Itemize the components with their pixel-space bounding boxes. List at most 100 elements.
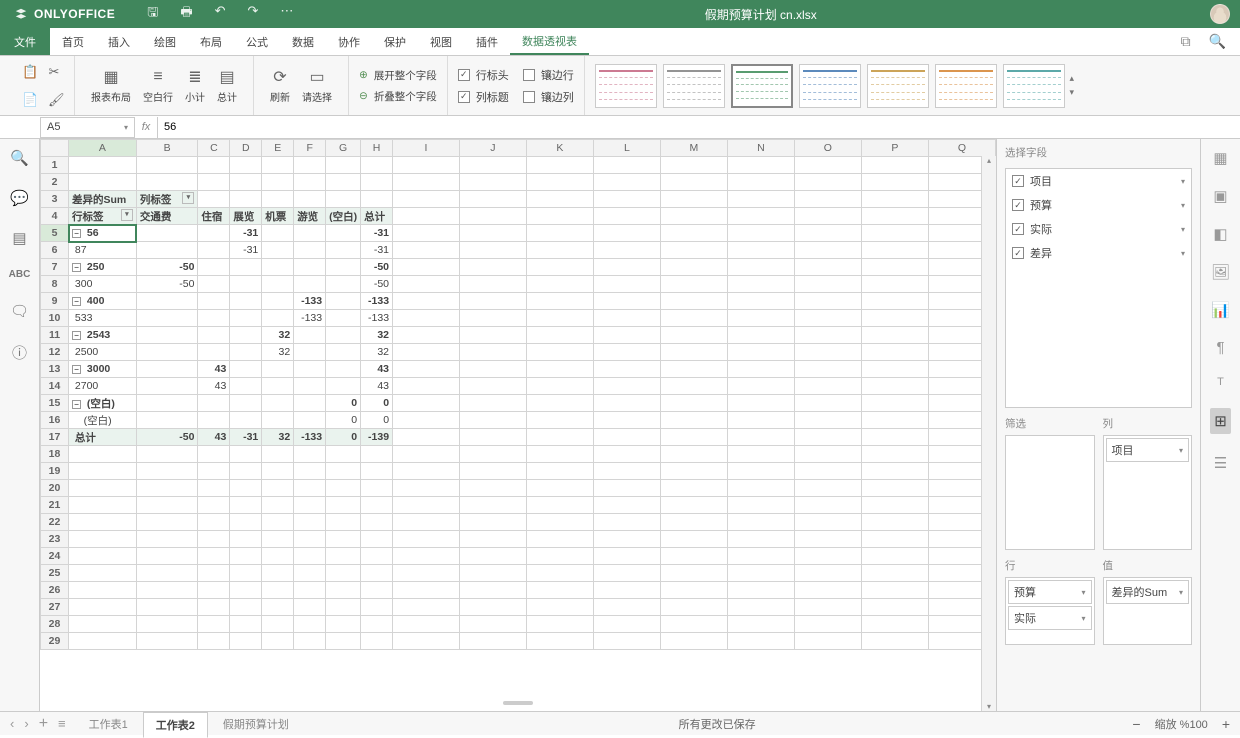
- pivot-row-label-cell[interactable]: 533: [69, 310, 137, 327]
- cell[interactable]: [526, 582, 593, 599]
- cell[interactable]: [393, 531, 460, 548]
- cell[interactable]: [459, 514, 526, 531]
- menu-公式[interactable]: 公式: [234, 28, 280, 55]
- cell[interactable]: [198, 599, 230, 616]
- col-header-M[interactable]: M: [660, 140, 727, 157]
- pivot-value-cell[interactable]: -50: [136, 259, 198, 276]
- pivot-value-cell[interactable]: [198, 259, 230, 276]
- cell[interactable]: [326, 157, 361, 174]
- menu-首页[interactable]: 首页: [50, 28, 96, 55]
- cell[interactable]: [136, 497, 198, 514]
- print-icon[interactable]: 🖶: [180, 3, 192, 25]
- cell[interactable]: [727, 599, 794, 616]
- field-list[interactable]: ✓项目▾✓预算▾✓实际▾✓差异▾: [1005, 168, 1192, 408]
- cell[interactable]: [294, 514, 326, 531]
- cell[interactable]: [262, 446, 294, 463]
- cell[interactable]: [727, 565, 794, 582]
- menu-插入[interactable]: 插入: [96, 28, 142, 55]
- cell[interactable]: [361, 548, 393, 565]
- open-location-icon[interactable]: ⧉: [1181, 33, 1191, 50]
- field-差异[interactable]: ✓差异▾: [1006, 241, 1191, 265]
- pivot-value-cell[interactable]: [230, 327, 262, 344]
- cell[interactable]: [861, 565, 928, 582]
- pivot-value-cell[interactable]: [294, 259, 326, 276]
- pivot-value-cell[interactable]: [136, 293, 198, 310]
- cell[interactable]: [459, 463, 526, 480]
- cell[interactable]: [230, 531, 262, 548]
- cell[interactable]: [294, 531, 326, 548]
- pivot-corner[interactable]: 差异的Sum: [69, 191, 137, 208]
- cell[interactable]: [198, 548, 230, 565]
- cell[interactable]: [294, 548, 326, 565]
- cell[interactable]: [262, 548, 294, 565]
- image-settings-icon[interactable]: 🖼: [1211, 263, 1230, 281]
- row-header-18[interactable]: 18: [41, 446, 69, 463]
- cell[interactable]: [294, 480, 326, 497]
- cell[interactable]: [526, 514, 593, 531]
- cell[interactable]: [526, 463, 593, 480]
- col-header-I[interactable]: I: [393, 140, 460, 157]
- cell[interactable]: [727, 463, 794, 480]
- row-header-26[interactable]: 26: [41, 582, 69, 599]
- cell[interactable]: [393, 446, 460, 463]
- row-header-20[interactable]: 20: [41, 480, 69, 497]
- pivot-value-cell[interactable]: -133: [361, 310, 393, 327]
- cell[interactable]: [69, 531, 137, 548]
- refresh-button[interactable]: ⟳刷新: [264, 63, 296, 108]
- cell[interactable]: [361, 157, 393, 174]
- pivot-value-cell[interactable]: -133: [294, 429, 326, 446]
- cell[interactable]: [262, 497, 294, 514]
- cell[interactable]: [393, 633, 460, 650]
- cell[interactable]: [69, 565, 137, 582]
- col-header-Q[interactable]: Q: [928, 140, 995, 157]
- cell[interactable]: [69, 463, 137, 480]
- cell[interactable]: [198, 480, 230, 497]
- cell[interactable]: [230, 157, 262, 174]
- pivot-value-cell[interactable]: 43: [198, 429, 230, 446]
- select-all-cell[interactable]: [41, 140, 69, 157]
- pivot-value-cell[interactable]: 43: [361, 361, 393, 378]
- cell[interactable]: [326, 531, 361, 548]
- cell[interactable]: [230, 497, 262, 514]
- pivot-value-cell[interactable]: -133: [294, 310, 326, 327]
- pivot-style-0[interactable]: [595, 64, 657, 108]
- cell[interactable]: [393, 174, 460, 191]
- menu-插件[interactable]: 插件: [464, 28, 510, 55]
- cell[interactable]: [361, 514, 393, 531]
- cell[interactable]: [262, 514, 294, 531]
- row-header-29[interactable]: 29: [41, 633, 69, 650]
- cell[interactable]: [459, 616, 526, 633]
- pivot-row-label-cell[interactable]: 87: [69, 242, 137, 259]
- cell[interactable]: [136, 480, 198, 497]
- cell[interactable]: [326, 633, 361, 650]
- cell[interactable]: [361, 633, 393, 650]
- menu-绘图[interactable]: 绘图: [142, 28, 188, 55]
- pivot-value-cell[interactable]: 43: [361, 378, 393, 395]
- col-headers-checkbox[interactable]: ✓列标题: [458, 89, 509, 105]
- cell[interactable]: [230, 548, 262, 565]
- cell[interactable]: [593, 582, 660, 599]
- cell[interactable]: [198, 463, 230, 480]
- pivot-value-cell[interactable]: [262, 395, 294, 412]
- pivot-value-cell[interactable]: [230, 310, 262, 327]
- cell[interactable]: [794, 548, 861, 565]
- pivot-value-cell[interactable]: [198, 327, 230, 344]
- pivot-value-cell[interactable]: [198, 242, 230, 259]
- pivot-value-cell[interactable]: [230, 412, 262, 429]
- row-header-12[interactable]: 12: [41, 344, 69, 361]
- col-header-O[interactable]: O: [794, 140, 861, 157]
- pivot-value-cell[interactable]: [198, 276, 230, 293]
- copy-icon[interactable]: 📋: [18, 62, 38, 82]
- cell[interactable]: [294, 565, 326, 582]
- area-item-差异的Sum[interactable]: 差异的Sum▾: [1106, 580, 1190, 604]
- rows-area[interactable]: 预算▾实际▾: [1005, 577, 1095, 645]
- pivot-value-cell[interactable]: [326, 242, 361, 259]
- sheet-list-icon[interactable]: ≡: [58, 716, 66, 731]
- pivot-value-cell[interactable]: -139: [361, 429, 393, 446]
- cell[interactable]: [459, 565, 526, 582]
- cell[interactable]: [861, 548, 928, 565]
- cell[interactable]: [136, 633, 198, 650]
- pivot-value-cell[interactable]: [294, 344, 326, 361]
- cell[interactable]: [326, 599, 361, 616]
- cell[interactable]: [393, 599, 460, 616]
